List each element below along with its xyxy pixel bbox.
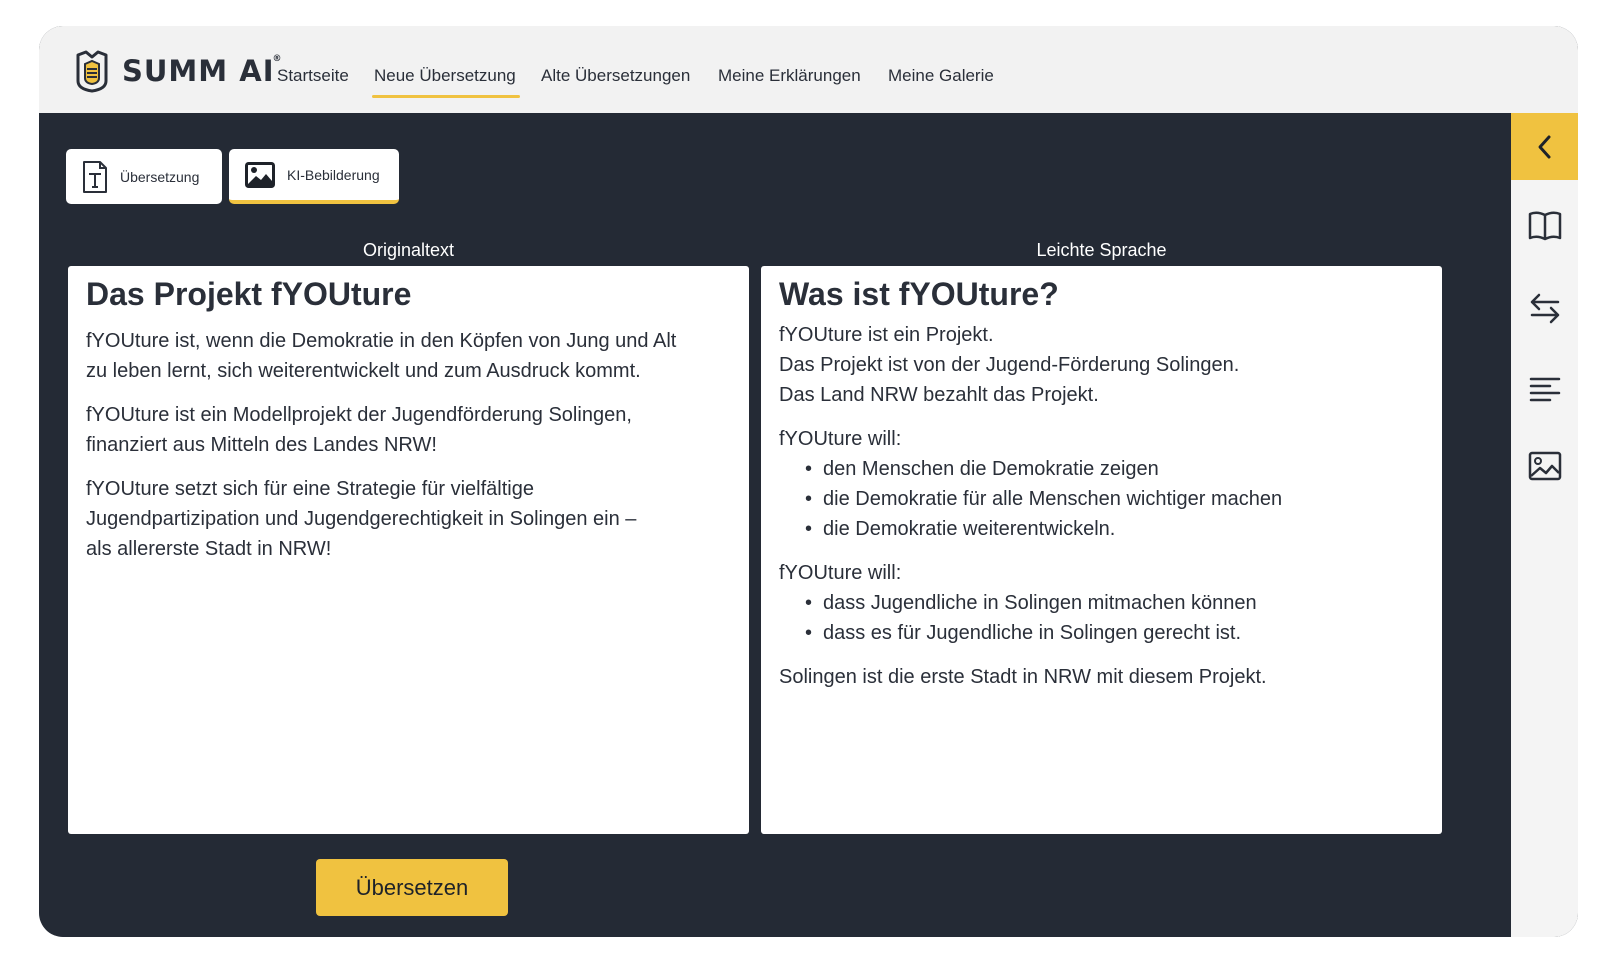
original-paragraph: fYOUture ist, wenn die Demokratie in den… xyxy=(86,330,677,382)
tab-uebersetzung-label: Übersetzung xyxy=(120,168,200,185)
swap-arrows-icon[interactable] xyxy=(1528,291,1562,325)
simple-list-2: fYOUture will: dass Jugendliche in Solin… xyxy=(779,558,1424,648)
nav-alte-uebersetzungen[interactable]: Alte Übersetzungen xyxy=(541,66,690,94)
tab-ki-bebilderung[interactable]: KI-Bebilderung xyxy=(229,149,399,204)
collapse-sidebar-button[interactable] xyxy=(1511,113,1578,180)
simple-intro: fYOUture ist ein Projekt. Das Projekt is… xyxy=(779,324,1240,406)
original-pane-label: Originaltext xyxy=(362,240,455,260)
original-paragraph: fYOUture ist ein Modellprojekt der Jugen… xyxy=(86,404,632,456)
list-item: dass Jugendliche in Solingen mitmachen k… xyxy=(779,588,1424,618)
original-paragraph: fYOUture setzt sich für eine Strategie f… xyxy=(86,478,637,560)
right-sidebar xyxy=(1511,113,1578,937)
list-item: die Demokratie weiterentwickeln. xyxy=(779,514,1424,544)
list-item: den Menschen die Demokratie zeigen xyxy=(779,454,1424,484)
nav-meine-erklaerungen[interactable]: Meine Erklärungen xyxy=(718,66,861,94)
gallery-image-icon[interactable] xyxy=(1528,449,1562,483)
tab-uebersetzung[interactable]: Übersetzung xyxy=(66,149,222,204)
list-item: dass es für Jugendliche in Solingen gere… xyxy=(779,618,1424,648)
original-text-editor[interactable]: Das Projekt fYOUture fYOUture ist, wenn … xyxy=(68,266,749,834)
simple-closing: Solingen ist die erste Stadt in NRW mit … xyxy=(779,666,1267,688)
chevron-left-icon xyxy=(1538,135,1550,158)
align-left-icon[interactable] xyxy=(1528,373,1562,407)
nav-meine-galerie[interactable]: Meine Galerie xyxy=(888,66,994,94)
text-document-icon xyxy=(83,160,107,193)
simple-list-1: fYOUture will: den Menschen die Demokrat… xyxy=(779,424,1424,544)
tab-ki-bebilderung-label: KI-Bebilderung xyxy=(287,166,380,183)
image-icon xyxy=(245,161,275,188)
simple-pane-label: Leichte Sprache xyxy=(1036,240,1167,260)
list-heading: fYOUture will: xyxy=(779,428,902,450)
brand-name: SUMM AI ® xyxy=(122,54,283,88)
simple-title: Was ist fYOUture? xyxy=(779,276,1059,312)
simple-text-output[interactable]: Was ist fYOUture? fYOUture ist ein Proje… xyxy=(761,266,1442,834)
logo-icon xyxy=(76,50,108,93)
book-icon[interactable] xyxy=(1528,208,1562,242)
summ-ai-logo[interactable]: SUMM AI ® xyxy=(72,48,283,94)
app-window: SUMM AI ® Startseite Neue Übersetzung Alt… xyxy=(39,26,1578,937)
nav-startseite[interactable]: Startseite xyxy=(277,66,349,94)
list-heading: fYOUture will: xyxy=(779,562,902,584)
list-item: die Demokratie für alle Menschen wichtig… xyxy=(779,484,1424,514)
nav-neue-uebersetzung[interactable]: Neue Übersetzung xyxy=(372,66,520,98)
original-title: Das Projekt fYOUture xyxy=(86,276,412,312)
translate-button[interactable]: Übersetzen xyxy=(316,859,508,916)
top-navigation: SUMM AI ® Startseite Neue Übersetzung Alt… xyxy=(39,26,1578,113)
